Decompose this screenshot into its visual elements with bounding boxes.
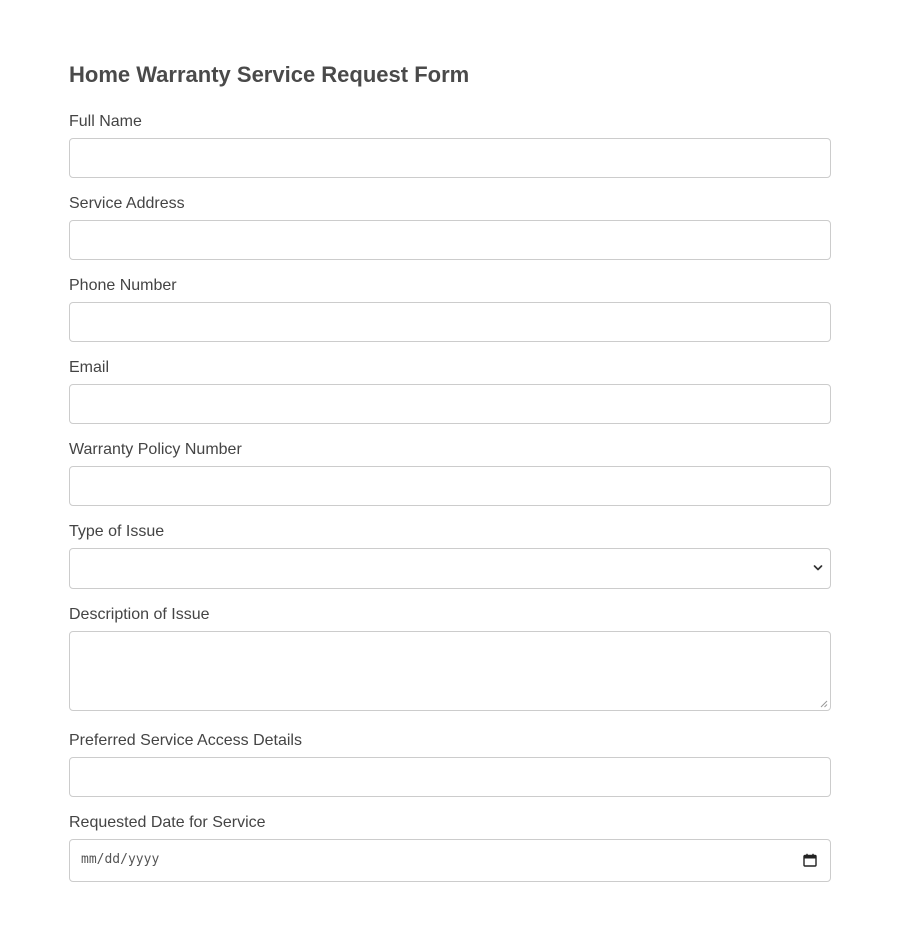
issue-description-label: Description of Issue [69, 606, 210, 623]
access-details-field[interactable] [69, 757, 831, 797]
full-name-label: Full Name [69, 113, 142, 130]
issue-type-select[interactable] [69, 548, 831, 589]
page-title: Home Warranty Service Request Form [69, 62, 470, 87]
resize-handle-icon[interactable] [819, 699, 828, 708]
phone-number-field[interactable] [69, 302, 831, 342]
service-address-field[interactable] [69, 220, 831, 260]
calendar-icon[interactable] [803, 853, 817, 867]
service-address-label: Service Address [69, 195, 185, 212]
chevron-down-icon [813, 565, 823, 571]
requested-date-input[interactable]: mm/dd/yyyy [69, 839, 831, 882]
email-label: Email [69, 359, 110, 376]
policy-number-label: Warranty Policy Number [69, 441, 242, 458]
issue-type-label: Type of Issue [69, 523, 165, 540]
phone-number-label: Phone Number [69, 277, 177, 294]
access-details-label: Preferred Service Access Details [69, 732, 302, 749]
issue-description-textarea[interactable] [69, 631, 831, 711]
full-name-field[interactable] [69, 138, 831, 178]
requested-date-label: Requested Date for Service [69, 814, 266, 831]
email-field[interactable] [69, 384, 831, 424]
date-placeholder: mm/dd/yyyy [81, 852, 160, 867]
policy-number-field[interactable] [69, 466, 831, 506]
